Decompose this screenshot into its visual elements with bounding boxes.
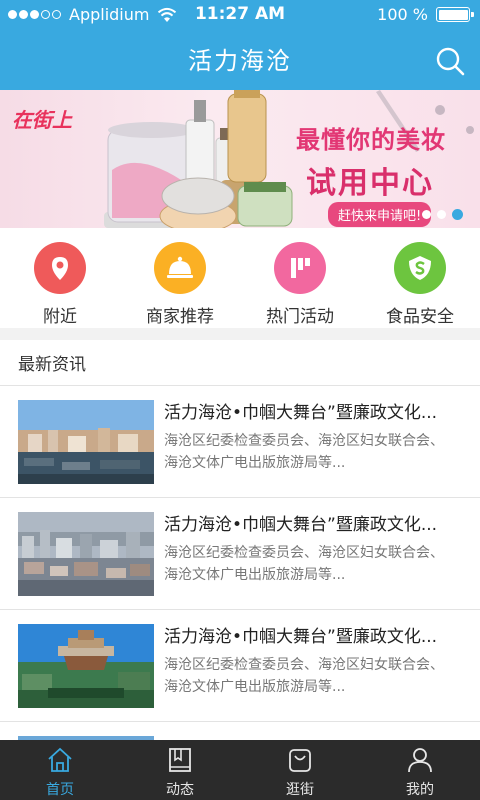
nav-item-food-safety[interactable]: 食品安全	[360, 228, 480, 328]
news-desc-line: 海沧区纪委检查委员会、海沧区妇女联合会、	[164, 657, 444, 673]
tab-shopping[interactable]: 逛街	[240, 740, 360, 800]
tab-label: 逛街	[286, 782, 314, 798]
news-title: 活力海沧•巾帼大舞台”暨廉政文化...	[164, 515, 438, 535]
news-section: 最新资讯 活力海沧•巾帼大舞台”暨廉政文化... 海沧区纪委检查委员会、海沧区妇…	[0, 340, 480, 740]
nav-item-merchant[interactable]: 商家推荐	[120, 228, 240, 328]
battery-icon	[436, 7, 474, 22]
news-thumbnail	[18, 512, 154, 596]
news-title: 活力海沧•巾帼大舞台”暨廉政文化...	[164, 403, 438, 423]
news-title: 活力海沧•巾帼大舞台”暨廉政文化...	[164, 627, 438, 647]
news-desc-line: 海沧文体广电出版旅游局等...	[164, 567, 346, 583]
news-desc: 海沧区纪委检查委员会、海沧区妇女联合会、 海沧文体广电出版旅游局等...	[164, 430, 464, 474]
banner-headline-2: 试用中心	[306, 166, 434, 201]
tab-home[interactable]: 首页	[0, 740, 120, 800]
tab-label: 首页	[46, 782, 74, 798]
category-nav: 附近 商家推荐 热门活动 食品安全	[0, 228, 480, 328]
status-bar: Applidium 11:27 AM 100 %	[0, 0, 480, 32]
promo-banner[interactable]: 在街上 最懂你的美妆 试用中心 赶快来申请吧!	[0, 90, 480, 228]
person-icon	[408, 748, 432, 773]
battery-percent: 100 %	[377, 5, 428, 24]
shopping-bag-icon	[289, 749, 311, 772]
location-pin-icon	[34, 242, 86, 294]
nav-label: 热门活动	[266, 307, 334, 327]
pager-dot-active	[452, 209, 463, 220]
banner-pager	[416, 209, 463, 220]
shield-s-icon	[394, 242, 446, 294]
nav-label: 商家推荐	[146, 307, 214, 327]
pager-dot	[437, 210, 446, 219]
news-desc-line: 海沧区纪委检查委员会、海沧区妇女联合会、	[164, 545, 444, 561]
pager-dot	[422, 210, 431, 219]
banner-tag: 在街上	[12, 108, 72, 132]
nav-item-events[interactable]: 热门活动	[240, 228, 360, 328]
news-thumbnail	[18, 624, 154, 708]
home-icon	[48, 747, 72, 772]
news-heading: 最新资讯	[0, 340, 480, 386]
news-desc: 海沧区纪委检查委员会、海沧区妇女联合会、 海沧文体广电出版旅游局等...	[164, 542, 464, 586]
news-item[interactable]: 活力海沧•巾帼大舞台”暨廉政文化... 海沧区纪委检查委员会、海沧区妇女联合会、…	[0, 498, 480, 610]
nav-label: 食品安全	[386, 307, 454, 327]
nav-label: 附近	[43, 307, 77, 327]
book-icon	[169, 748, 191, 772]
tab-profile[interactable]: 我的	[360, 740, 480, 800]
news-item-partial[interactable]	[0, 722, 480, 740]
news-desc-line: 海沧文体广电出版旅游局等...	[164, 679, 346, 695]
battery-level	[438, 9, 468, 20]
page-title: 活力海沧	[188, 47, 292, 75]
news-desc-line: 海沧区纪委检查委员会、海沧区妇女联合会、	[164, 433, 444, 449]
status-right: 100 %	[377, 5, 474, 24]
flag-icon	[274, 242, 326, 294]
app-header: 活力海沧	[0, 32, 480, 90]
search-icon[interactable]	[434, 45, 466, 77]
nav-item-nearby[interactable]: 附近	[0, 228, 120, 328]
tab-label: 动态	[166, 782, 194, 798]
news-item[interactable]: 活力海沧•巾帼大舞台”暨廉政文化... 海沧区纪委检查委员会、海沧区妇女联合会、…	[0, 610, 480, 722]
tab-label: 我的	[406, 782, 434, 798]
tab-bar: 首页 动态 逛街 我的	[0, 740, 480, 800]
news-thumbnail	[18, 400, 154, 484]
tab-feed[interactable]: 动态	[120, 740, 240, 800]
news-desc-line: 海沧文体广电出版旅游局等...	[164, 455, 346, 471]
service-bell-icon	[154, 242, 206, 294]
news-desc: 海沧区纪委检查委员会、海沧区妇女联合会、 海沧文体广电出版旅游局等...	[164, 654, 464, 698]
banner-headline: 最懂你的美妆	[296, 126, 446, 154]
news-item[interactable]: 活力海沧•巾帼大舞台”暨廉政文化... 海沧区纪委检查委员会、海沧区妇女联合会、…	[0, 386, 480, 498]
